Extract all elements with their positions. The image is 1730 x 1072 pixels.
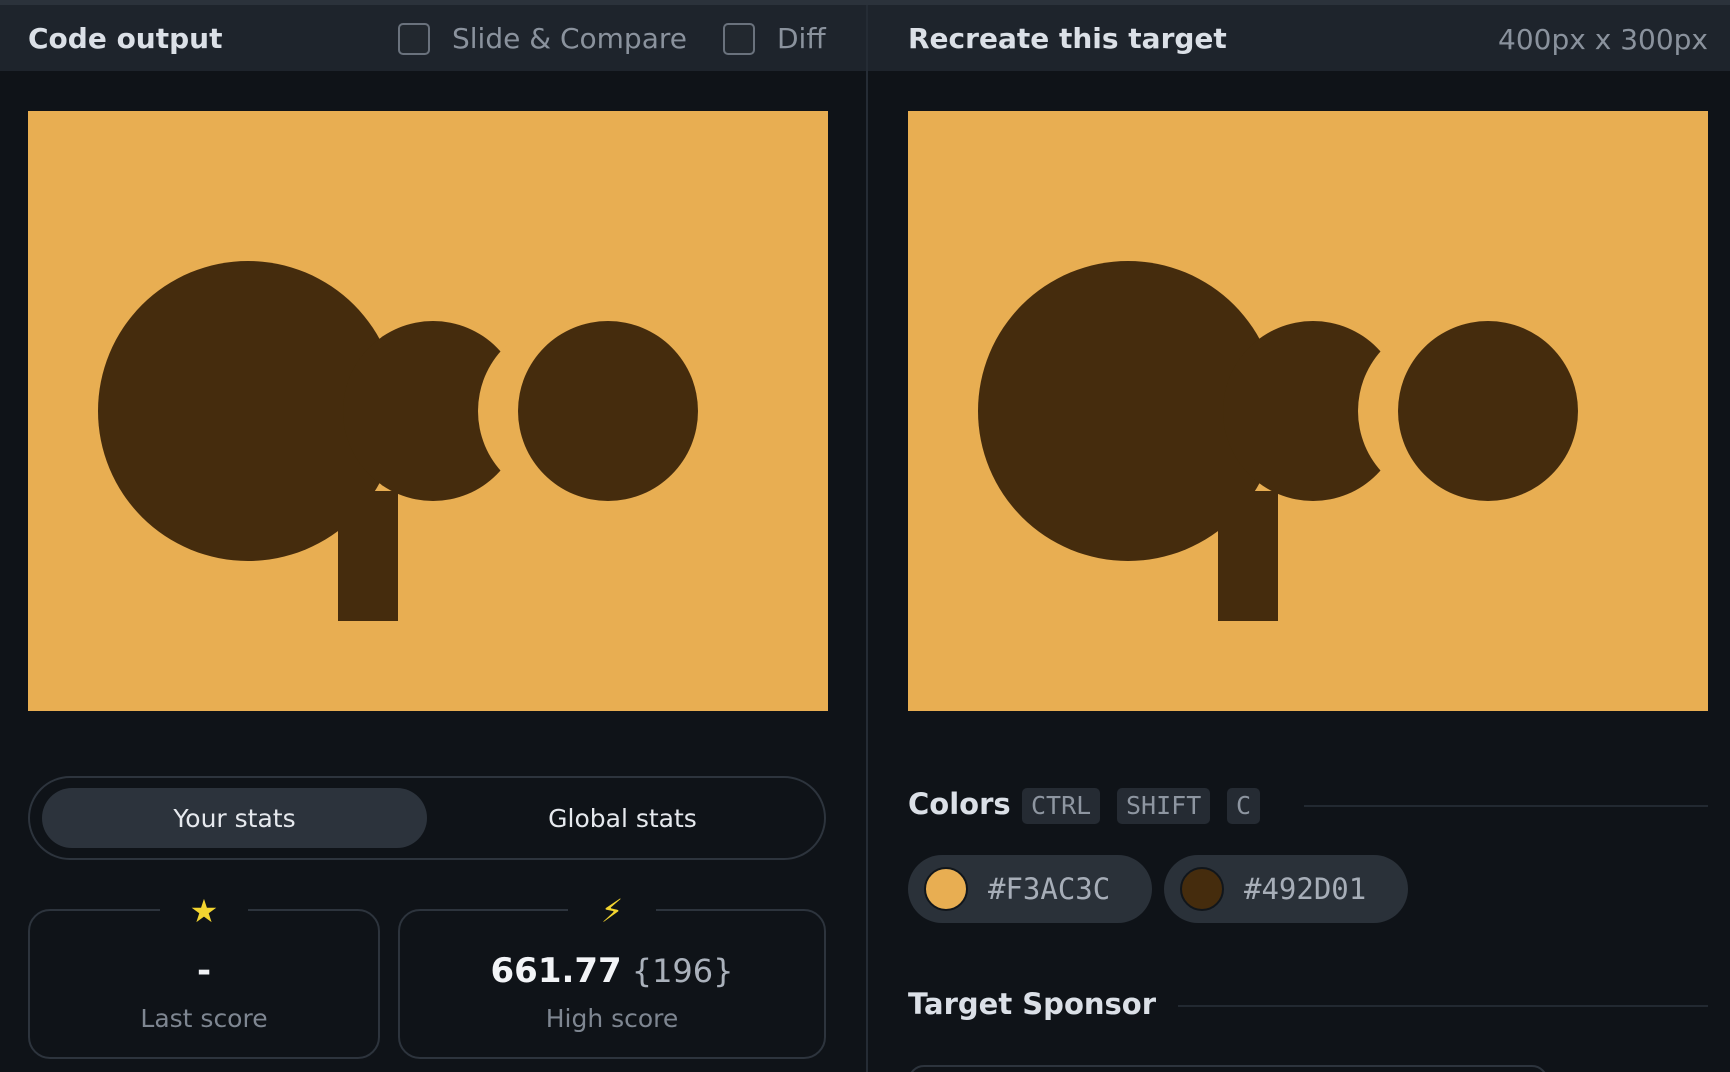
high-score-value-row: 661.77 {196} [400,951,824,991]
slide-compare-checkbox[interactable] [398,22,430,55]
colors-divider [1304,805,1708,807]
last-score-label: Last score [140,1004,268,1033]
kbd-ctrl: CTRL [1022,788,1101,824]
kbd-c: C [1227,788,1261,824]
swatch-hex: #492D01 [1244,872,1367,906]
target-title: Recreate this target [908,22,1227,55]
diff-label: Diff [777,22,826,55]
high-score-count: {196} [631,952,734,990]
target-header: Recreate this target 400px x 300px [868,5,1730,71]
kbd-shift: SHIFT [1117,788,1211,824]
code-output-header: Code output Slide & Compare Diff [0,5,866,71]
target-dimensions: 400px x 300px [1498,23,1708,56]
color-swatch-1[interactable]: #F3AC3C [908,855,1152,923]
swatch-hex: #F3AC3C [988,872,1111,906]
tab-your-stats[interactable]: Your stats [42,788,427,848]
code-output-title: Code output [28,22,223,55]
colors-title: Colors [908,787,1011,821]
tab-global-stats[interactable]: Global stats [430,788,815,848]
target-canvas [908,111,1708,711]
star-icon: ★ [160,891,248,931]
sponsor-divider [1178,1005,1708,1007]
swatch-dot [1180,867,1224,911]
target-render [978,261,1578,621]
diff-toggle[interactable]: Diff [723,22,826,55]
code-output-canvas[interactable] [28,111,828,711]
slide-compare-label: Slide & Compare [452,22,687,55]
high-score-label: High score [545,1004,679,1033]
output-render [98,261,698,621]
sponsor-box[interactable] [908,1065,1548,1072]
stats-tabs: Your stats Global stats [28,776,826,860]
lightning-icon: ⚡ [568,891,656,931]
code-output-panel: Code output Slide & Compare Diff Your st… [0,5,866,1072]
color-swatch-2[interactable]: #492D01 [1164,855,1408,923]
high-score-card: ⚡ 661.77 {196} High score [398,891,826,1059]
target-sponsor-title: Target Sponsor [908,987,1157,1021]
diff-checkbox[interactable] [723,22,755,55]
last-score-value: - [196,951,212,991]
swatch-dot [924,867,968,911]
high-score-value: 661.77 [490,951,622,991]
last-score-card: ★ - Last score [28,891,380,1059]
slide-compare-toggle[interactable]: Slide & Compare [398,22,687,55]
target-panel: Recreate this target 400px x 300px Color… [868,5,1730,1072]
